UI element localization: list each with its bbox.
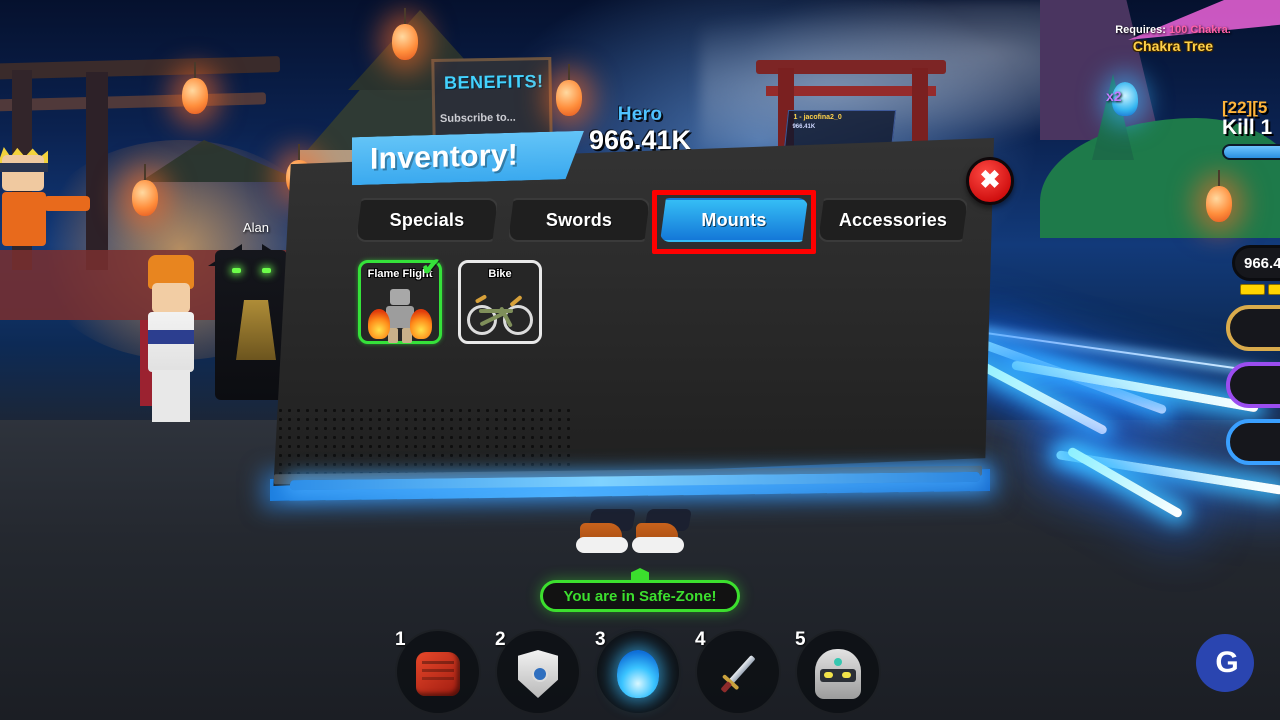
hud-segment-bar (1240, 284, 1280, 295)
tab-swords[interactable]: Swords (508, 198, 650, 242)
flame-flight-icon (368, 289, 432, 343)
hotbar-key-2: 2 (495, 629, 506, 650)
sword-icon (711, 647, 765, 701)
safe-zone-text: You are in Safe-Zone! (563, 587, 717, 605)
hud-power-value: 966.41K (1244, 254, 1280, 272)
quest-objective-text: Kill 1 (1222, 116, 1273, 139)
torii-pillar-right (86, 72, 108, 270)
page-title: Inventory! (370, 138, 519, 176)
flame-left (368, 309, 390, 339)
tab-specials[interactable]: Specials (356, 198, 498, 242)
hotbar: 1 2 3 4 5 (385, 625, 885, 720)
lantern-icon (392, 8, 418, 60)
benefits-sign-board (431, 56, 553, 146)
lantern-icon (182, 62, 208, 114)
safe-zone-banner: You are in Safe-Zone! (540, 580, 740, 612)
chakra-requires-prefix: Requires: (1115, 24, 1166, 36)
torii-gate-beam-lower (0, 92, 267, 112)
watermark-text: G (1215, 646, 1238, 679)
character-torso (2, 192, 46, 246)
inventory-item-grid: Flame Flight ✔ Bike (358, 254, 542, 344)
shoe-sole (576, 537, 628, 553)
chakra-multiplier: x2 (1106, 88, 1122, 104)
tab-accessories-label: Accessories (838, 209, 948, 230)
npc-sash (148, 330, 194, 344)
flame-right (410, 309, 432, 339)
game-screen: BENEFITS! Subscribe to... Alan Hero 966.… (0, 0, 1280, 720)
chakra-requirement: Requires: 100 Chakra. (1068, 24, 1278, 36)
chakra-tree-info: Requires: 100 Chakra. Chakra Tree (1068, 24, 1278, 54)
hotbar-key-5: 5 (795, 629, 806, 650)
knight-eye-left (232, 268, 241, 273)
hotbar-key-3: 3 (595, 629, 606, 650)
purple-cliff (1040, 0, 1160, 140)
torii-gate-beam (0, 56, 281, 80)
blue-flame-icon (611, 647, 665, 701)
character-arm (44, 196, 90, 211)
tab-accessories[interactable]: Accessories (818, 198, 968, 242)
tab-swords-label: Swords (545, 209, 613, 230)
bike-seat (474, 294, 488, 304)
tab-mounts-label: Mounts (701, 209, 767, 230)
benefits-sign-title: BENEFITS! (443, 71, 544, 93)
fist-icon (411, 647, 465, 701)
hotbar-slot-1[interactable]: 1 (385, 625, 485, 720)
npc-legs (152, 370, 190, 422)
hud-segment (1268, 284, 1280, 295)
bike-icon (465, 287, 535, 335)
player-rank-label: Hero (617, 104, 663, 125)
character-headband (0, 163, 48, 172)
quest-progress-bar (1222, 144, 1280, 160)
inventory-title-banner: Inventory! (352, 131, 584, 185)
hotbar-slot-4[interactable]: 4 (685, 625, 785, 720)
leaderboard-row-1-value: 966.41K (792, 124, 816, 130)
quest-panel: [22][5 Kill 1 (1222, 98, 1280, 160)
knight-eye-right (262, 268, 271, 273)
hotbar-slot-3[interactable]: 3 (585, 625, 685, 720)
tab-specials-label: Specials (389, 209, 465, 230)
close-icon: ✖ (979, 165, 1001, 194)
shoe-sole (632, 537, 684, 553)
hotbar-slot-5[interactable]: 5 (785, 625, 885, 720)
close-inventory-button[interactable]: ✖ (966, 157, 1014, 205)
chakra-tree-name: Chakra Tree (1132, 38, 1214, 54)
hotbar-slot-2[interactable]: 2 (485, 625, 585, 720)
player-shoe-right (632, 505, 698, 553)
tab-mounts[interactable]: Mounts (660, 198, 808, 242)
equipped-check-icon: ✔ (420, 254, 441, 281)
lantern-icon (1206, 170, 1232, 222)
benefits-sign-subtitle: Subscribe to... (439, 111, 516, 125)
hotbar-key-4: 4 (695, 629, 706, 650)
chakra-requires-amount: 100 Chakra. (1169, 24, 1231, 36)
hotbar-key-1: 1 (395, 629, 406, 650)
hud-gold-button[interactable] (1226, 305, 1280, 351)
avatar-head (390, 289, 410, 305)
item-card-bike[interactable]: Bike (458, 260, 542, 344)
knight-helmet-icon (811, 647, 865, 701)
hud-purple-button[interactable] (1226, 362, 1280, 408)
quest-level-tag: [22][5 (1222, 98, 1268, 117)
site-watermark-logo: G (1196, 634, 1254, 692)
bike-frame-top (479, 309, 513, 313)
item-name-bike: Bike (488, 268, 512, 280)
inventory-panel: Inventory! Specials Swords Mounts Access… (272, 138, 996, 491)
item-card-flame-flight[interactable]: Flame Flight ✔ (358, 254, 442, 344)
character-head (2, 155, 44, 191)
npc-nametag: Alan (243, 220, 270, 235)
hud-segment (1240, 284, 1266, 295)
npc-head (152, 283, 190, 313)
shield-icon (511, 647, 565, 701)
hud-blue-button[interactable] (1226, 419, 1280, 465)
leaderboard-row-1: 1 - jacofina2_0 (793, 114, 842, 121)
lantern-icon (132, 164, 158, 216)
inventory-tab-bar: Specials Swords Mounts Accessories (356, 198, 996, 246)
hud-power-display: 966.41K (1232, 245, 1280, 281)
